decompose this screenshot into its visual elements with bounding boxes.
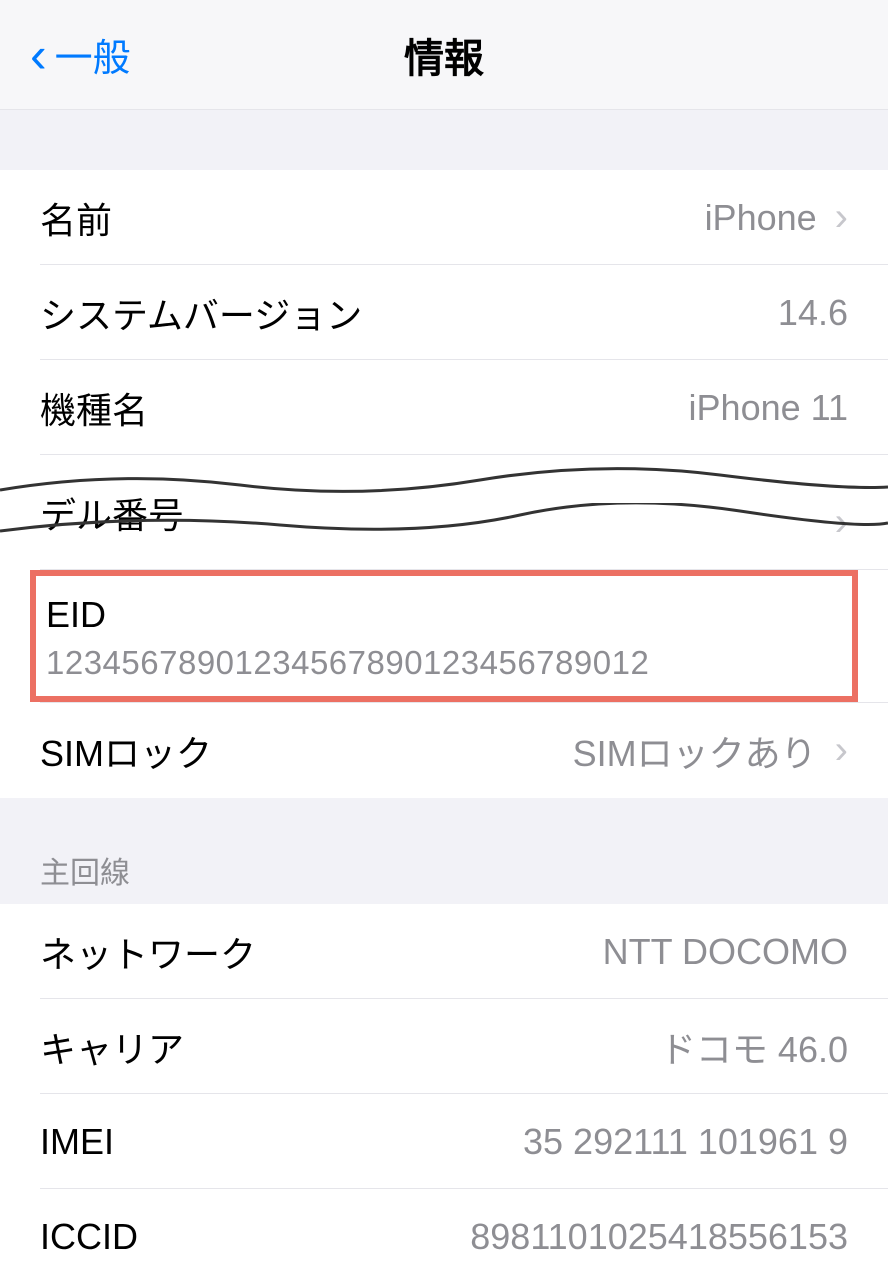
row-label: 機種名	[40, 382, 148, 434]
eid-label: EID	[46, 594, 842, 636]
row-value: iPhone 11	[689, 387, 848, 429]
row-label: SIMロック	[40, 725, 212, 777]
row-value: SIMロックあり ›	[573, 725, 848, 777]
row-model-name: 機種名 iPhone 11	[0, 360, 888, 455]
section-primary-line: ネットワーク NTT DOCOMO キャリア ドコモ 46.0 IMEI 35 …	[0, 904, 888, 1284]
row-eid-highlighted: EID 12345678901234567890123456789012	[30, 570, 858, 702]
row-value: NTT DOCOMO	[603, 931, 848, 973]
chevron-left-icon: ‹	[30, 30, 47, 80]
row-iccid: ICCID 8981101025418556153	[0, 1189, 888, 1284]
section-sim: SIMロック SIMロックあり ›	[0, 703, 888, 798]
eid-container: EID 12345678901234567890123456789012	[0, 570, 888, 703]
section-device-info: 名前 iPhone › システムバージョン 14.6 機種名 iPhone 11…	[0, 170, 888, 570]
row-value: 35 292111 101961 9	[523, 1121, 848, 1163]
row-name[interactable]: 名前 iPhone ›	[0, 170, 888, 265]
row-label: システムバージョン	[40, 287, 362, 339]
chevron-right-icon: ›	[835, 195, 848, 240]
row-network: ネットワーク NTT DOCOMO	[0, 904, 888, 999]
row-system-version: システムバージョン 14.6	[0, 265, 888, 360]
row-label: IMEI	[40, 1121, 114, 1163]
row-value: ドコモ 46.0	[660, 1021, 848, 1073]
spacer	[0, 110, 888, 170]
page-title: 情報	[404, 26, 484, 84]
row-label: ネットワーク	[40, 926, 256, 978]
row-label: ICCID	[40, 1216, 138, 1258]
section-header-primary-line: 主回線	[0, 798, 888, 904]
row-value: iPhone ›	[705, 195, 848, 240]
row-carrier: キャリア ドコモ 46.0	[0, 999, 888, 1094]
row-label: キャリア	[40, 1021, 184, 1073]
row-value: 14.6	[778, 292, 848, 334]
nav-header: ‹ 一般 情報	[0, 0, 888, 110]
chevron-right-icon: ›	[835, 728, 848, 773]
eid-value: 12345678901234567890123456789012	[46, 644, 842, 682]
wavy-omission-cut: デル番号 ›	[0, 455, 888, 570]
row-sim-lock[interactable]: SIMロック SIMロックあり ›	[0, 703, 888, 798]
row-imei: IMEI 35 292111 101961 9	[0, 1094, 888, 1189]
back-button[interactable]: ‹ 一般	[0, 27, 131, 82]
row-value: 8981101025418556153	[470, 1216, 848, 1258]
row-label: 名前	[40, 192, 112, 244]
back-label: 一般	[55, 27, 131, 82]
